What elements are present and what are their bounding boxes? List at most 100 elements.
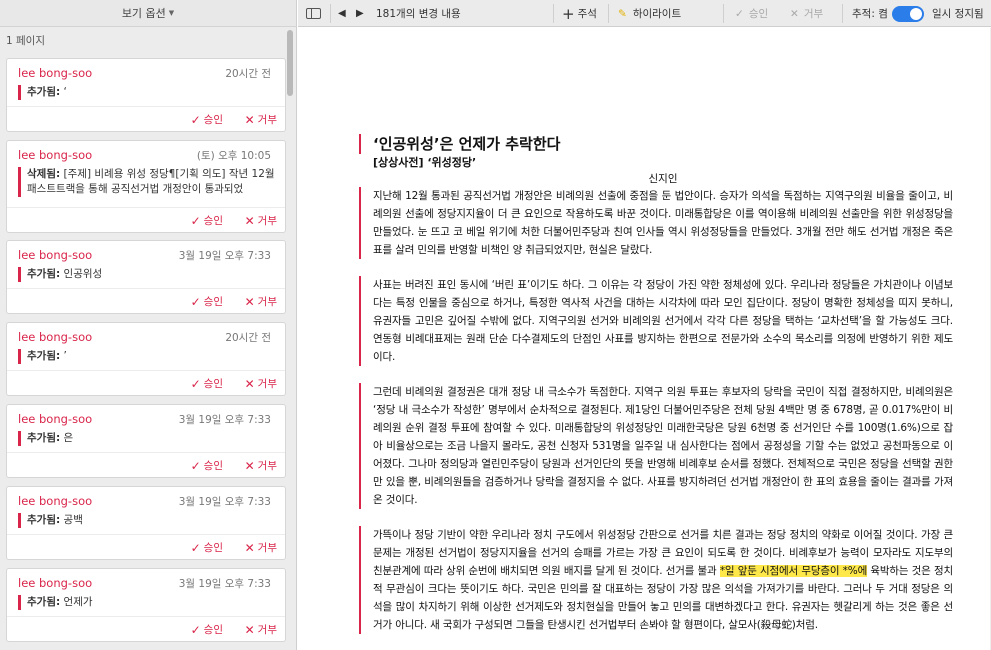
change-kind: 추가됨: [27,268,61,280]
document-title: ‘인공위성’은 언제가 추락한다 [359,134,953,154]
change-kind: 삭제됨: [27,168,61,180]
previous-change-button[interactable]: ◀ [338,0,346,27]
comment-label: 주석 [577,8,597,20]
review-toolbar: ◀ ▶ 181개의 변경 내용 + 주석 ✎ 하이라이트 ✓ 승인 ✕ 거부 추… [298,0,991,27]
toggle-sidebar-button[interactable] [306,0,321,27]
pause-tracking-button[interactable]: 일시 정지됨 [932,0,984,27]
accept-button[interactable]: ✓ 승인 [191,540,223,555]
change-author: lee bong-soo [18,330,93,344]
toolbar-divider [842,4,843,23]
change-description: 추가됨: 공백 [18,513,275,528]
accept-button[interactable]: ✓ 승인 [191,622,223,637]
change-card[interactable]: lee bong-soo 20시간 전 추가됨: ‘ ✓ 승인 ✕ 거부 [6,58,286,132]
next-change-button[interactable]: ▶ [356,0,364,27]
accept-button[interactable]: ✓ 승인 [191,458,223,473]
view-options-menu[interactable]: 보기 옵션 ▼ [0,0,296,27]
accept-label: 승인 [203,378,223,390]
reject-all-button[interactable]: ✕ 거부 [790,0,823,27]
reject-button[interactable]: ✕ 거부 [245,294,277,309]
change-time: 3월 19일 오후 7:33 [178,250,271,262]
change-actions: ✓ 승인 ✕ 거부 [7,370,285,395]
change-time: (토) 오후 10:05 [196,150,271,162]
close-icon: ✕ [244,622,255,637]
x-circle-icon: ✕ [790,7,799,20]
change-author: lee bong-soo [18,494,93,508]
accept-label: 승인 [203,460,223,472]
toolbar-divider [330,4,331,23]
change-time: 20시간 전 [225,68,271,80]
close-icon: ✕ [244,458,255,473]
view-options-label: 보기 옵션 [121,7,166,20]
reject-button[interactable]: ✕ 거부 [245,622,277,637]
paragraph-3: 그런데 비례의원 결정권은 대개 정당 내 극소수가 독점한다. 지역구 의원 … [359,383,953,509]
close-icon: ✕ [244,540,255,555]
accept-label: 승인 [203,296,223,308]
change-actions: ✓ 승인 ✕ 거부 [7,288,285,313]
sidebar-icon [306,8,321,19]
reject-button[interactable]: ✕ 거부 [245,376,277,391]
toggle-knob [909,7,922,20]
change-text: 은 [63,432,74,444]
change-kind: 추가됨: [27,86,61,98]
change-card[interactable]: lee bong-soo 3월 19일 오후 7:33 추가됨: 은 ✓ 승인 ✕… [6,404,286,478]
change-time: 3월 19일 오후 7:33 [178,578,271,590]
checkmark-icon: ✓ [190,540,201,555]
checkmark-icon: ✓ [190,294,201,309]
change-card[interactable]: lee bong-soo 3월 19일 오후 7:33 추가됨: 언제가 ✓ 승인… [6,568,286,642]
change-time: 3월 19일 오후 7:33 [178,496,271,508]
accept-button[interactable]: ✓ 승인 [191,112,223,127]
change-card[interactable]: lee bong-soo 3월 19일 오후 7:33 추가됨: 인공위성 ✓ 승… [6,240,286,314]
chevron-down-icon: ▼ [168,9,175,17]
change-count: 181개의 변경 내용 [376,8,461,20]
reject-button[interactable]: ✕ 거부 [245,458,277,473]
add-comment-button[interactable]: + 주석 [562,0,597,27]
tracking-toggle[interactable] [891,5,924,22]
accept-button[interactable]: ✓ 승인 [191,376,223,391]
highlight-button[interactable]: ✎ 하이라이트 [618,0,681,27]
change-kind: 추가됨: [27,350,61,362]
accept-label: 승인 [203,542,223,554]
accept-button[interactable]: ✓ 승인 [191,294,223,309]
change-time: 3월 19일 오후 7:33 [178,414,271,426]
change-description: 추가됨: ’ [18,349,275,364]
close-icon: ✕ [244,376,255,391]
highlighted-text[interactable]: *일 앞둔 시점에서 무당층이 *%에 [719,565,867,577]
change-kind: 추가됨: [27,432,61,444]
reject-label: 거부 [257,296,277,308]
change-card[interactable]: lee bong-soo 20시간 전 추가됨: ’ ✓ 승인 ✕ 거부 [6,322,286,396]
accept-all-label: 승인 [748,8,769,20]
document-canvas[interactable]: ‘인공위성’은 언제가 추락한다 [상상사전] ‘위성정당’ 신지인 지난해 1… [298,28,991,650]
sidebar-scrollbar[interactable] [287,30,293,96]
change-text: 공백 [63,514,83,526]
accept-button[interactable]: ✓ 승인 [191,213,223,228]
reject-button[interactable]: ✕ 거부 [245,213,277,228]
paragraph-1: 지난해 12월 통과된 공직선거법 개정안은 비례의원 선출에 중점을 둔 법안… [359,187,953,259]
change-card[interactable]: lee bong-soo (토) 오후 10:05 삭제됨: [주제] 비례용 … [6,140,286,233]
reject-label: 거부 [257,215,277,227]
change-description: 추가됨: 언제가 [18,595,275,610]
highlighter-icon: ✎ [618,7,627,20]
tracking-status: 추적: 켬 [852,0,924,27]
change-actions: ✓ 승인 ✕ 거부 [7,452,285,477]
checkmark-icon: ✓ [190,213,201,228]
change-author: lee bong-soo [18,576,93,590]
triangle-left-icon: ◀ [338,8,346,19]
accept-all-button[interactable]: ✓ 승인 [735,0,768,27]
checkmark-icon: ✓ [190,458,201,473]
change-text: 언제가 [63,596,93,608]
change-text: ‘ [63,86,67,98]
paragraph-2: 사표는 버려진 표인 동시에 ‘버린 표’이기도 하다. 그 이유는 각 정당이… [359,276,953,366]
change-kind: 추가됨: [27,596,61,608]
plus-icon: + [562,4,575,23]
change-author: lee bong-soo [18,66,93,80]
accept-label: 승인 [203,114,223,126]
document-body[interactable]: ‘인공위성’은 언제가 추락한다 [상상사전] ‘위성정당’ 신지인 지난해 1… [359,134,953,650]
change-actions: ✓ 승인 ✕ 거부 [7,207,285,232]
change-author: lee bong-soo [18,248,93,262]
reject-button[interactable]: ✕ 거부 [245,540,277,555]
change-description: 추가됨: ‘ [18,85,275,100]
change-card[interactable]: lee bong-soo 3월 19일 오후 7:33 추가됨: 공백 ✓ 승인 … [6,486,286,560]
reject-button[interactable]: ✕ 거부 [245,112,277,127]
reject-all-label: 거부 [803,8,824,20]
change-time: 20시간 전 [225,332,271,344]
